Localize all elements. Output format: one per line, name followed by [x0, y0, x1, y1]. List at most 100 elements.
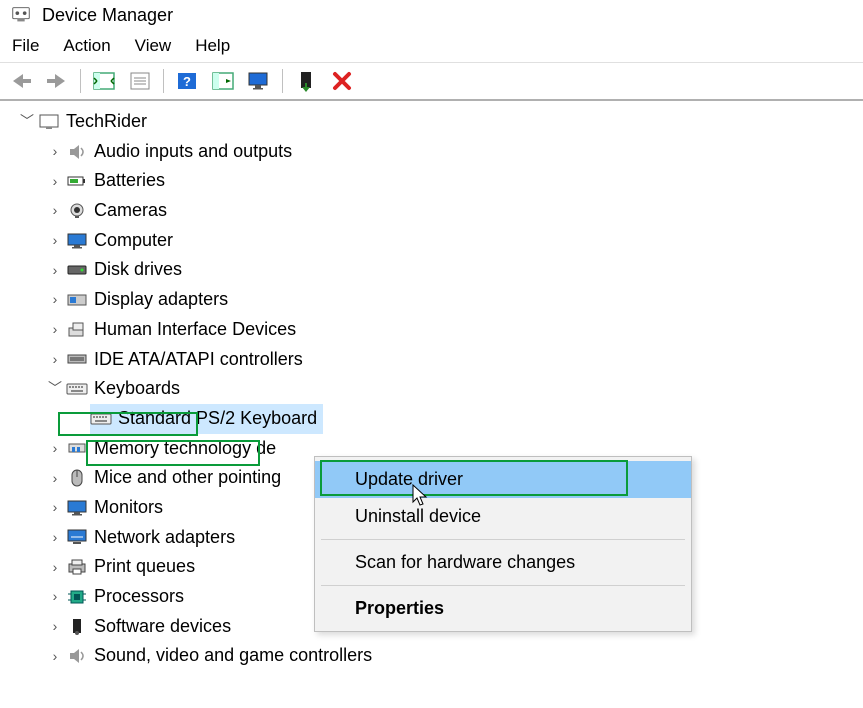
toolbar-separator — [80, 69, 81, 93]
back-button[interactable] — [6, 67, 36, 95]
tree-node-keyboards[interactable]: ﹀ Keyboards — [4, 374, 859, 404]
expand-icon[interactable]: › — [46, 288, 64, 311]
collapse-icon[interactable]: ﹀ — [46, 377, 64, 400]
tree-device-standard-keyboard[interactable]: Standard PS/2 Keyboard — [4, 404, 859, 434]
collapse-icon[interactable]: ﹀ — [18, 110, 36, 133]
expand-icon[interactable]: › — [46, 140, 64, 163]
expand-icon[interactable]: › — [46, 615, 64, 638]
context-menu-separator — [321, 539, 685, 540]
context-menu-item-label: Uninstall device — [355, 506, 481, 526]
expand-icon[interactable]: › — [46, 199, 64, 222]
tree-node-label: Computer — [94, 226, 173, 256]
display-adapter-icon — [66, 290, 88, 310]
memory-icon — [66, 438, 88, 458]
menu-file[interactable]: File — [12, 36, 39, 56]
expand-icon[interactable]: › — [46, 229, 64, 252]
tree-node-label: Cameras — [94, 196, 167, 226]
expand-icon[interactable]: › — [46, 170, 64, 193]
context-menu: Update driver Uninstall device Scan for … — [314, 456, 692, 632]
tree-node-label: Batteries — [94, 166, 165, 196]
tree-device-label: Standard PS/2 Keyboard — [118, 404, 317, 434]
context-menu-uninstall[interactable]: Uninstall device — [315, 498, 691, 535]
disk-icon — [66, 260, 88, 280]
toolbar-separator — [282, 69, 283, 93]
tree-node-ide[interactable]: › IDE ATA/ATAPI controllers — [4, 345, 859, 375]
tree-node-hid[interactable]: › Human Interface Devices — [4, 315, 859, 345]
speaker-icon — [66, 646, 88, 666]
computer-root-icon — [38, 112, 60, 132]
tree-node-label: Keyboards — [94, 374, 180, 404]
camera-icon — [66, 201, 88, 221]
tree-node-label: Mice and other pointing — [94, 463, 281, 493]
update-driver-button[interactable] — [291, 67, 321, 95]
context-menu-properties[interactable]: Properties — [315, 590, 691, 627]
monitor-button[interactable] — [244, 67, 274, 95]
menu-view[interactable]: View — [135, 36, 172, 56]
show-hide-console-button[interactable] — [89, 67, 119, 95]
context-menu-update-driver[interactable]: Update driver — [315, 461, 691, 498]
context-menu-item-label: Scan for hardware changes — [355, 552, 575, 572]
scan-button[interactable] — [208, 67, 238, 95]
tree-node-label: Audio inputs and outputs — [94, 137, 292, 167]
battery-icon — [66, 171, 88, 191]
expand-icon[interactable]: › — [46, 318, 64, 341]
window-title: Device Manager — [42, 5, 173, 26]
tree-root-label: TechRider — [66, 107, 147, 137]
menu-action[interactable]: Action — [63, 36, 110, 56]
expand-icon[interactable]: › — [46, 496, 64, 519]
expand-icon[interactable]: › — [46, 437, 64, 460]
toolbar-separator — [163, 69, 164, 93]
expand-icon[interactable]: › — [46, 556, 64, 579]
tree-node-label: Network adapters — [94, 523, 235, 553]
menu-bar: File Action View Help — [0, 30, 863, 62]
software-device-icon — [66, 617, 88, 637]
properties-button[interactable] — [125, 67, 155, 95]
forward-button[interactable] — [42, 67, 72, 95]
expand-icon[interactable]: › — [46, 348, 64, 371]
context-menu-separator — [321, 585, 685, 586]
tree-node-label: Software devices — [94, 612, 231, 642]
expand-icon[interactable]: › — [46, 645, 64, 668]
help-button[interactable]: ? — [172, 67, 202, 95]
uninstall-button[interactable] — [327, 67, 357, 95]
mouse-icon — [66, 468, 88, 488]
title-bar: Device Manager — [0, 0, 863, 30]
speaker-icon — [66, 142, 88, 162]
expand-icon[interactable]: › — [46, 585, 64, 608]
processor-icon — [66, 587, 88, 607]
tree-node-label: Processors — [94, 582, 184, 612]
tree-node-label: Disk drives — [94, 255, 182, 285]
keyboard-icon — [90, 409, 112, 429]
tree-node-computer[interactable]: › Computer — [4, 226, 859, 256]
tree-node-sound[interactable]: › Sound, video and game controllers — [4, 641, 859, 671]
expand-icon[interactable]: › — [46, 259, 64, 282]
device-manager-icon — [10, 4, 32, 26]
tree-node-label: IDE ATA/ATAPI controllers — [94, 345, 303, 375]
monitor-icon — [66, 231, 88, 251]
printer-icon — [66, 557, 88, 577]
tree-root[interactable]: ﹀ TechRider — [4, 107, 859, 137]
expand-icon[interactable]: › — [46, 467, 64, 490]
keyboard-icon — [66, 379, 88, 399]
tree-node-label: Display adapters — [94, 285, 228, 315]
hid-icon — [66, 320, 88, 340]
tree-node-label: Monitors — [94, 493, 163, 523]
tree-node-label: Human Interface Devices — [94, 315, 296, 345]
tree-node-label: Sound, video and game controllers — [94, 641, 372, 671]
monitor-icon — [66, 498, 88, 518]
toolbar: ? — [0, 62, 863, 101]
tree-node-batteries[interactable]: › Batteries — [4, 166, 859, 196]
menu-help[interactable]: Help — [195, 36, 230, 56]
ide-icon — [66, 349, 88, 369]
tree-node-label: Memory technology de — [94, 434, 276, 464]
context-menu-item-label: Update driver — [355, 469, 463, 489]
context-menu-item-label: Properties — [355, 598, 444, 618]
tree-node-label: Print queues — [94, 552, 195, 582]
tree-node-cameras[interactable]: › Cameras — [4, 196, 859, 226]
expand-icon[interactable]: › — [46, 526, 64, 549]
network-icon — [66, 527, 88, 547]
tree-node-disk[interactable]: › Disk drives — [4, 255, 859, 285]
tree-node-audio[interactable]: › Audio inputs and outputs — [4, 137, 859, 167]
context-menu-scan[interactable]: Scan for hardware changes — [315, 544, 691, 581]
tree-node-display[interactable]: › Display adapters — [4, 285, 859, 315]
